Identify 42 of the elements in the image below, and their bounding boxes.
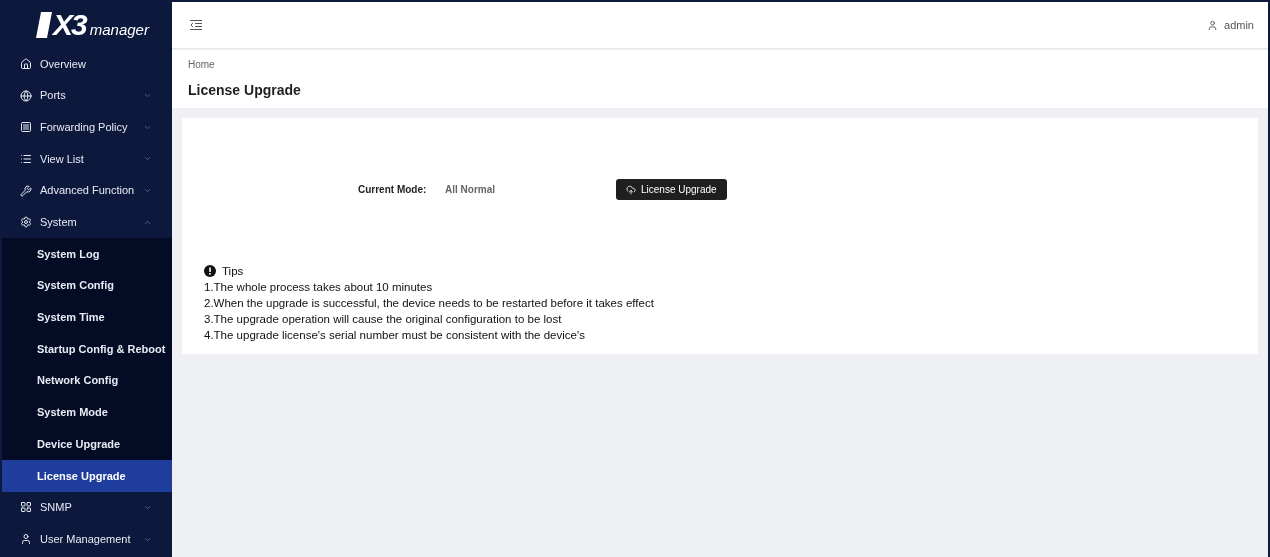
house-icon [20, 57, 32, 70]
submenu-item[interactable]: System Log [2, 238, 172, 270]
logo-text: manager [89, 21, 149, 37]
gear-icon [20, 216, 32, 229]
grid-icon [20, 501, 32, 514]
submenu-item[interactable]: License Upgrade [2, 459, 172, 492]
menu-group[interactable]: View List [2, 143, 172, 175]
tip-text: 3.The upgrade operation will cause the original configuration to be lost [204, 312, 563, 327]
user-icon [1207, 19, 1219, 31]
submenu-item[interactable]: Startup Config & Reboot [2, 333, 172, 365]
submenu-item[interactable]: Device Upgrade [2, 428, 172, 460]
user-menu[interactable]: admin [1207, 16, 1254, 34]
submenu-item[interactable]: System Time [2, 301, 172, 334]
mode-value: All Normal [445, 183, 496, 197]
user-icon [20, 533, 32, 546]
menu-group[interactable]: Advanced Function [2, 174, 172, 207]
list-icon [20, 152, 32, 165]
logo-text: X3 [53, 10, 86, 40]
menu-group[interactable]: System [2, 206, 172, 239]
submenu-item[interactable]: Network Config [2, 364, 172, 397]
breadcrumb-link[interactable]: Home [188, 57, 1268, 72]
logo-mark-icon [36, 12, 52, 38]
panel-icon [20, 121, 32, 134]
field-label: Current Mode: [358, 183, 428, 197]
tip-text: 4.The upgrade license's serial number must be consistent with the device's [204, 328, 586, 343]
collapse-menu-icon[interactable] [190, 19, 202, 31]
menu-item[interactable]: Overview [2, 48, 172, 80]
license-upgrade-button[interactable]: License Upgrade [616, 179, 727, 200]
globe-icon [20, 89, 32, 102]
menu-group[interactable]: User Management [2, 523, 172, 555]
wrench-icon [20, 184, 32, 197]
tips-title: Tips [222, 264, 244, 279]
submenu-item[interactable]: System Mode [2, 396, 172, 429]
tip-text: 2.When the upgrade is successful, the device needs to be restarted before it takes effect [204, 296, 655, 311]
menu-group[interactable]: Forwarding Policy [2, 111, 172, 144]
submenu-item[interactable]: System Config [2, 269, 172, 302]
cloud-upload-icon [626, 184, 636, 195]
page-title: License Upgrade [188, 81, 302, 100]
alert-icon [204, 265, 216, 277]
tip-text: 1.The whole process takes about 10 minutes [204, 280, 434, 295]
menu-group[interactable]: Ports [2, 79, 172, 112]
menu-group[interactable]: SNMP [2, 491, 172, 524]
